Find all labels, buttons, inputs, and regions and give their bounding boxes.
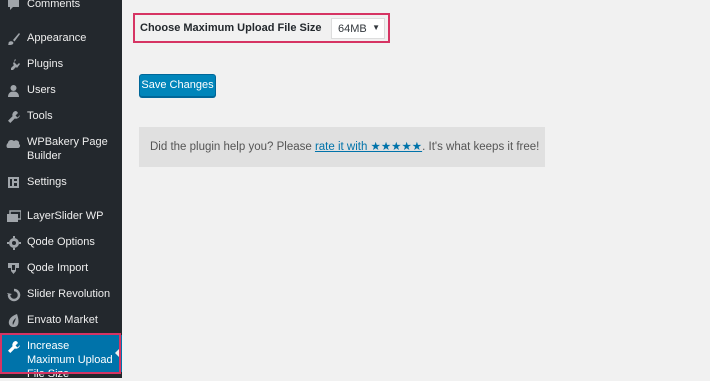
sidebar-item-qode-options[interactable]: Qode Options (0, 234, 122, 252)
sidebar-item-increase-upload-size[interactable]: Increase Maximum Upload File Size (0, 335, 122, 380)
wrench-icon (6, 339, 21, 354)
sidebar-item-label: Increase Maximum Upload File Size (27, 340, 113, 380)
appearance-icon (6, 31, 21, 46)
upload-size-select[interactable]: 64MB ▼ (331, 18, 385, 39)
chevron-down-icon: ▼ (372, 23, 380, 32)
sidebar-item-label: LayerSlider WP (27, 210, 104, 222)
rate-prefix: Did the plugin help you? Please (150, 141, 315, 153)
comments-icon (6, 0, 21, 12)
plugins-icon (6, 57, 21, 72)
sidebar-item-tools[interactable]: Tools (0, 108, 122, 126)
upload-size-label: Choose Maximum Upload File Size (140, 22, 322, 34)
sidebar-item-wpbakery[interactable]: WPBakery Page Builder (0, 134, 122, 164)
sidebar-item-label: WPBakery Page Builder (27, 136, 108, 162)
sidebar-item-label: Envato Market (27, 314, 98, 326)
wpbakery-icon (6, 136, 21, 151)
sidebar-item-label: Appearance (27, 32, 87, 44)
sidebar-item-label: Qode Options (27, 236, 95, 248)
layerslider-icon (6, 209, 21, 224)
select-value: 64MB (338, 23, 367, 35)
sidebar-item-comments[interactable]: Comments (0, 0, 122, 13)
sidebar-item-label: Tools (27, 110, 53, 122)
rate-suffix: . It's what keeps it free! (422, 141, 540, 153)
qode-import-icon (6, 261, 21, 276)
sidebar-item-envato-market[interactable]: Envato Market (0, 312, 122, 330)
rate-plugin-notice: Did the plugin help you? Please rate it … (139, 127, 545, 167)
sidebar-item-plugins[interactable]: Plugins (0, 56, 122, 74)
active-menu-pointer (115, 347, 121, 359)
sidebar-item-label: Slider Revolution (27, 288, 111, 300)
qode-options-icon (6, 235, 21, 250)
slider-revolution-icon (6, 287, 21, 302)
sidebar-item-slider-revolution[interactable]: Slider Revolution (0, 286, 122, 304)
sidebar-item-label: Settings (27, 176, 67, 188)
rate-notice-text: Did the plugin help you? Please rate it … (150, 127, 539, 167)
users-icon (6, 83, 21, 98)
envato-icon (6, 313, 21, 328)
sidebar-item-users[interactable]: Users (0, 82, 122, 100)
settings-icon (6, 175, 21, 190)
sidebar-item-label: Comments (27, 0, 81, 10)
admin-sidebar: Comments Appearance Plugins Users Tools … (0, 0, 122, 380)
sidebar-item-settings[interactable]: Settings (0, 174, 122, 192)
sidebar-item-label: Plugins (27, 58, 64, 70)
tools-icon (6, 109, 21, 124)
sidebar-item-qode-import[interactable]: Qode Import (0, 260, 122, 278)
sidebar-item-appearance[interactable]: Appearance (0, 30, 122, 48)
rate-link[interactable]: rate it with ★★★★★ (315, 141, 422, 153)
sidebar-item-label: Qode Import (27, 262, 89, 274)
sidebar-item-label: Users (27, 84, 56, 96)
sidebar-item-layerslider[interactable]: LayerSlider WP (0, 208, 122, 226)
save-changes-button[interactable]: Save Changes (139, 74, 216, 97)
